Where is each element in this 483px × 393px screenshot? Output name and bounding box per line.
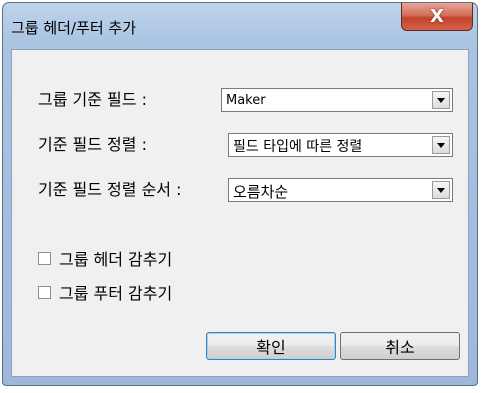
sort-label: 기준 필드 정렬 : [38,135,147,154]
group-field-label: 그룹 기준 필드 : [38,90,147,109]
order-select[interactable]: 오름차순 [228,178,453,202]
group-field-select[interactable]: Maker [221,88,453,112]
dialog-body: 그룹 기준 필드 : Maker 기준 필드 정렬 : 필드 타입에 따른 정렬… [11,49,469,377]
hide-footer-option[interactable]: 그룹 푸터 감추기 [38,280,172,304]
chevron-down-icon[interactable] [432,181,450,199]
hide-footer-checkbox[interactable] [38,285,51,299]
hide-header-label: 그룹 헤더 감추기 [59,250,173,269]
sort-value: 필드 타입에 따른 정렬 [233,139,363,155]
sort-select[interactable]: 필드 타입에 따른 정렬 [228,133,453,157]
close-icon: X [430,6,444,27]
ok-button[interactable]: 확인 [206,332,336,360]
hide-header-checkbox[interactable] [38,251,51,265]
dialog-window: 그룹 헤더/푸터 추가 X 그룹 기준 필드 : Maker 기준 필드 정렬 … [2,2,478,386]
hide-header-option[interactable]: 그룹 헤더 감추기 [38,246,172,270]
title-bar[interactable]: 그룹 헤더/푸터 추가 X [3,3,477,49]
order-value: 오름차순 [233,183,289,201]
chevron-down-icon[interactable] [432,136,450,154]
order-label: 기준 필드 정렬 순서 : [38,180,182,199]
group-field-value: Maker [226,93,266,108]
hide-footer-label: 그룹 푸터 감추기 [59,284,173,303]
window-title: 그룹 헤더/푸터 추가 [11,19,136,37]
close-button[interactable]: X [401,3,473,31]
chevron-down-icon[interactable] [432,91,450,109]
cancel-button[interactable]: 취소 [340,332,460,360]
